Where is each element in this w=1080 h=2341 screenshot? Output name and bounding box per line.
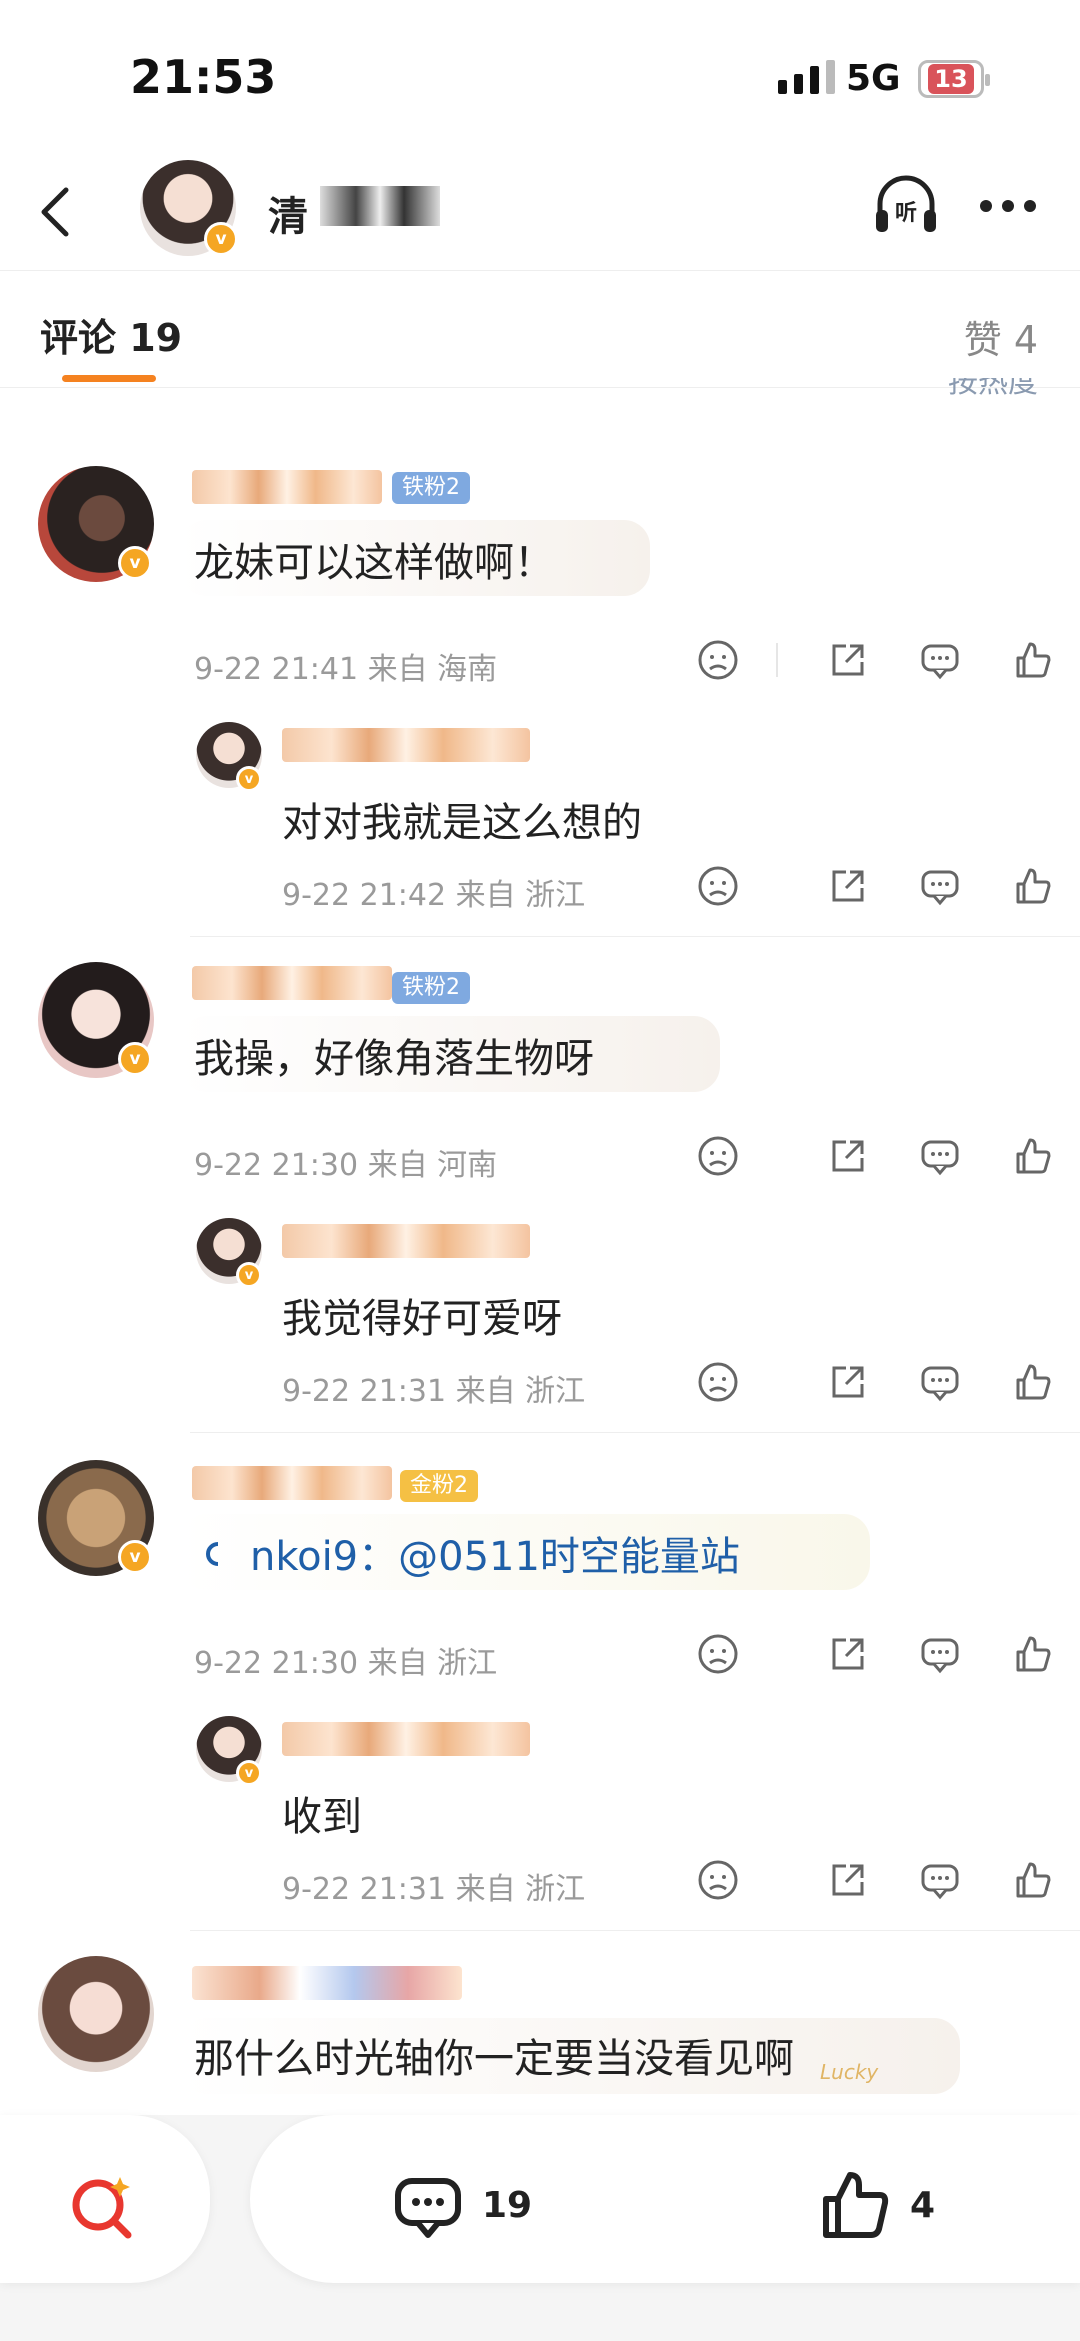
reply-icon[interactable] [918, 1134, 962, 1178]
comment-text[interactable]: nkoi9：@0511时空能量站 [250, 1524, 740, 1582]
sticker-lucky: Lucky [820, 2060, 879, 2084]
like-icon[interactable] [1010, 1858, 1054, 1902]
verified-badge-icon: v [118, 1540, 152, 1574]
share-icon[interactable] [826, 1632, 870, 1676]
tab-likes[interactable]: 赞 4 [964, 309, 1038, 364]
more-options-icon[interactable] [980, 200, 1036, 212]
fan-badge: 铁粉2 [392, 972, 470, 1004]
status-bar: 21:53 5G 13 [0, 0, 1080, 160]
share-icon[interactable] [826, 1134, 870, 1178]
like-icon[interactable] [1010, 1134, 1054, 1178]
share-icon[interactable] [826, 638, 870, 682]
reply-actions [648, 864, 1054, 908]
reply-meta: 9-22 21:42 来自 浙江 [282, 878, 586, 913]
like-count[interactable]: 4 [910, 2185, 935, 2226]
network-type: 5G [846, 58, 901, 99]
back-arrow-icon[interactable] [28, 182, 88, 242]
action-pill: 19 4 [250, 2115, 1080, 2283]
reply-icon[interactable] [918, 1360, 962, 1404]
thread-divider [190, 936, 1080, 937]
search-button[interactable] [0, 2115, 210, 2283]
tab-bar: 评论 19 赞 4 [0, 270, 1080, 388]
reply-icon[interactable] [918, 1858, 962, 1902]
dislike-face-icon[interactable] [696, 1632, 740, 1676]
commenter-avatar[interactable] [38, 1956, 154, 2072]
reply-text[interactable]: 对对我就是这么想的 [282, 790, 642, 848]
like-icon[interactable] [1010, 638, 1054, 682]
comment-meta: 9-22 21:41 来自 海南 [194, 652, 498, 687]
commenter-name[interactable] [192, 966, 392, 1000]
fan-badge: 铁粉2 [392, 472, 470, 504]
thread-divider [190, 1930, 1080, 1931]
reply-meta: 9-22 21:31 来自 浙江 [282, 1872, 586, 1907]
dislike-face-icon[interactable] [696, 1360, 740, 1404]
signal-icon [778, 60, 835, 94]
reply-text[interactable]: 收到 [282, 1784, 362, 1842]
reply-name[interactable] [282, 1224, 530, 1258]
share-icon[interactable] [826, 864, 870, 908]
dislike-face-icon[interactable] [696, 638, 740, 682]
sort-by-hot[interactable]: 按热度 [948, 378, 1038, 402]
battery-level: 13 [928, 64, 974, 94]
comment-text[interactable]: 我操，好像角落生物呀 [194, 1026, 594, 1084]
battery-icon: 13 [918, 60, 990, 98]
share-icon[interactable] [826, 1858, 870, 1902]
name-mosaic [320, 186, 440, 226]
reply-actions [648, 1858, 1054, 1902]
listen-icon[interactable]: 听 [870, 170, 942, 242]
like-icon[interactable] [1010, 864, 1054, 908]
verified-badge-icon: v [236, 766, 262, 792]
reply-icon[interactable] [918, 864, 962, 908]
commenter-name[interactable] [192, 470, 382, 504]
commenter-name[interactable] [192, 1966, 462, 2000]
tab-active-indicator [62, 375, 156, 382]
status-time: 21:53 [130, 50, 277, 104]
author-name[interactable]: 清 [268, 184, 308, 242]
reply-name[interactable] [282, 728, 530, 762]
verified-badge-icon: v [118, 546, 152, 580]
search-icon [72, 2177, 132, 2239]
dislike-face-icon[interactable] [696, 1858, 740, 1902]
comment-count[interactable]: 19 [482, 2185, 532, 2226]
dislike-face-icon[interactable] [696, 864, 740, 908]
reply-meta: 9-22 21:31 来自 浙江 [282, 1374, 586, 1409]
reply-icon[interactable] [918, 638, 962, 682]
link-icon [206, 1542, 219, 1566]
reply-name[interactable] [282, 1722, 530, 1756]
commenter-name[interactable] [192, 1466, 392, 1500]
share-icon[interactable] [826, 1360, 870, 1404]
like-icon[interactable] [816, 2167, 892, 2243]
comment-actions [648, 1632, 1054, 1676]
verified-badge-icon: v [204, 222, 238, 256]
top-nav-bar: v 清 听 [0, 160, 1080, 270]
thread-divider [190, 1432, 1080, 1433]
comment-meta: 9-22 21:30 来自 河南 [194, 1148, 498, 1183]
reply-text[interactable]: 我觉得好可爱呀 [282, 1286, 562, 1344]
verified-badge-icon: v [118, 1042, 152, 1076]
comment-actions [648, 638, 1054, 682]
dislike-face-icon[interactable] [696, 1134, 740, 1178]
fan-badge: 金粉2 [400, 1470, 478, 1502]
comment-meta: 9-22 21:30 来自 浙江 [194, 1646, 498, 1681]
like-icon[interactable] [1010, 1360, 1054, 1404]
listen-label: 听 [895, 201, 917, 226]
reply-icon[interactable] [918, 1632, 962, 1676]
comment-text[interactable]: 那什么时光轴你一定要当没看见啊 [194, 2026, 794, 2084]
comment-text[interactable]: 龙妹可以这样做啊！ [194, 530, 554, 588]
tab-comments[interactable]: 评论 19 [40, 307, 182, 362]
bottom-action-bar: 19 4 [0, 2115, 1080, 2341]
comment-icon[interactable] [392, 2171, 464, 2243]
like-icon[interactable] [1010, 1632, 1054, 1676]
verified-badge-icon: v [236, 1262, 262, 1288]
reply-actions [648, 1360, 1054, 1404]
verified-badge-icon: v [236, 1760, 262, 1786]
comment-actions [648, 1134, 1054, 1178]
